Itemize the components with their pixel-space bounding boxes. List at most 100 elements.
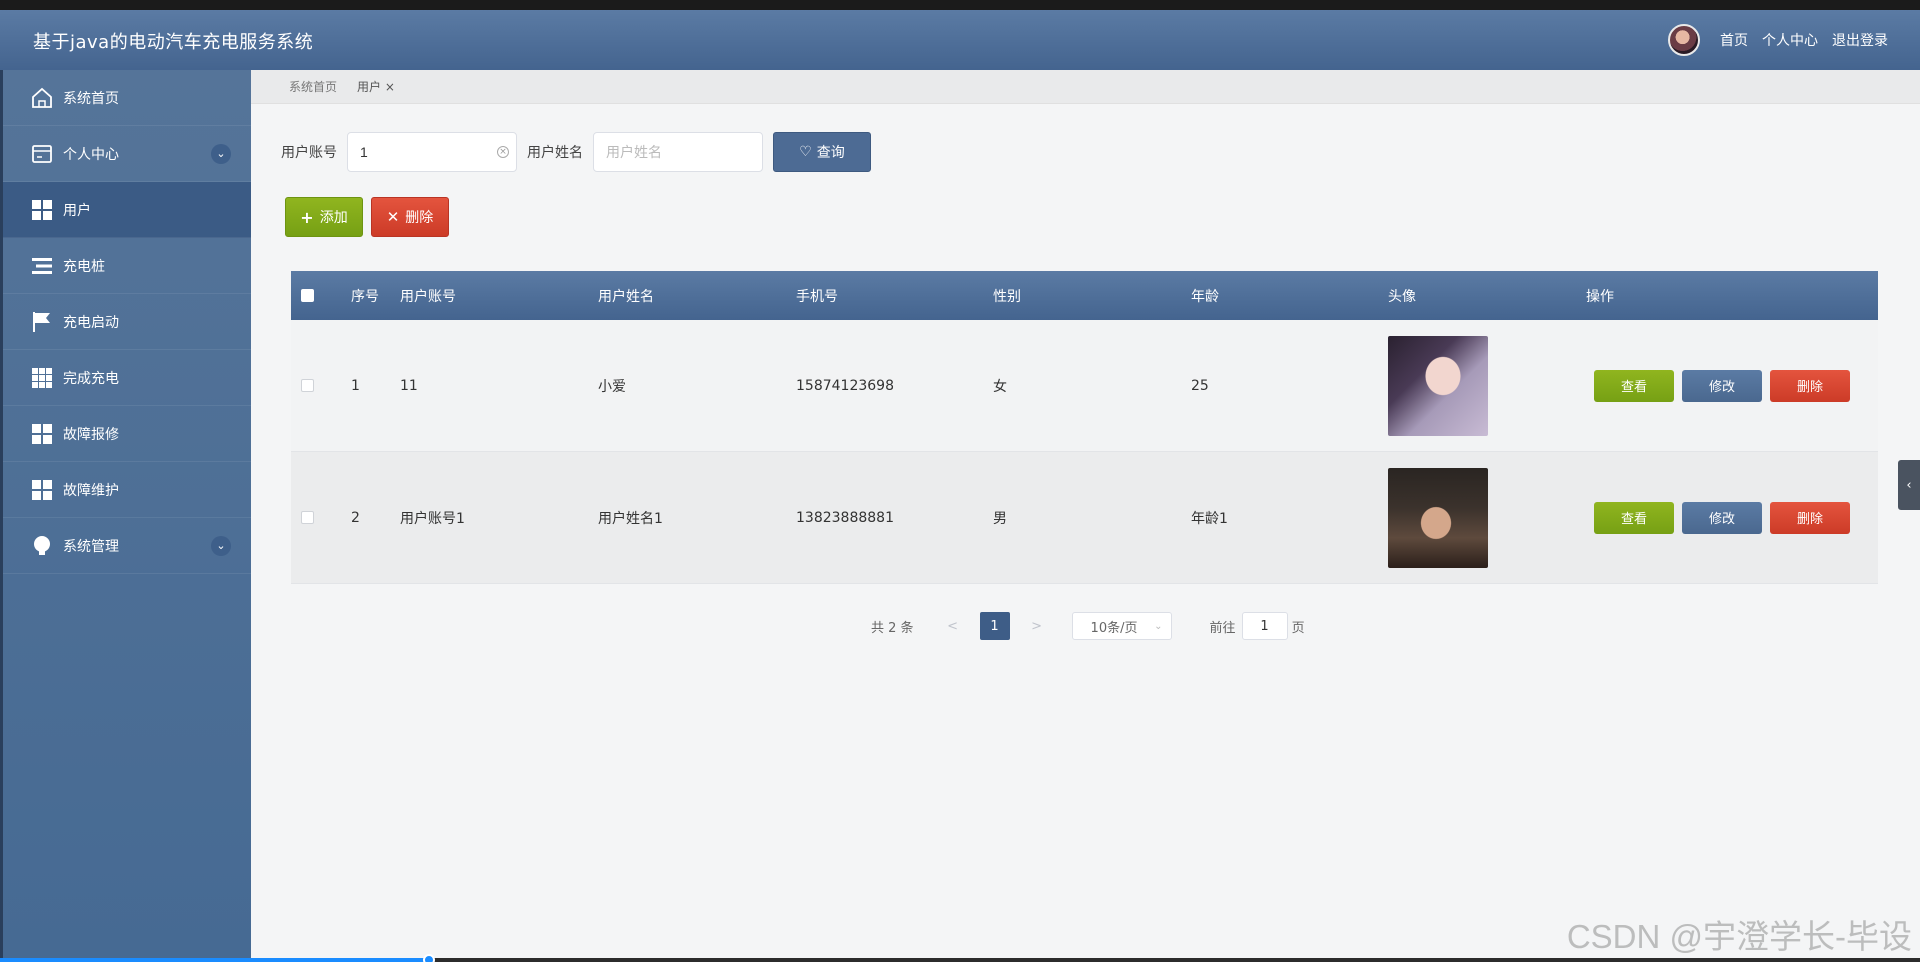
sidebar-item-charging-complete[interactable]: 完成充电 <box>3 350 251 406</box>
nav-logout-link[interactable]: 退出登录 <box>1832 30 1888 50</box>
cell-gender: 女 <box>993 378 1007 395</box>
sidebar-item-label: 充电启动 <box>63 314 119 331</box>
view-button[interactable]: 查看 <box>1594 501 1674 534</box>
page-number-current[interactable]: 1 <box>979 612 1010 640</box>
sidebar-item-fault-report[interactable]: 故障报修 <box>3 406 251 462</box>
row-checkbox[interactable] <box>301 511 314 524</box>
delete-button[interactable]: 删除 <box>1770 501 1850 534</box>
select-all-checkbox[interactable] <box>301 289 314 302</box>
prev-page-button[interactable]: < <box>938 619 968 634</box>
cell-phone: 15874123698 <box>796 377 894 394</box>
edit-button[interactable]: 修改 <box>1682 369 1762 402</box>
progress-handle[interactable] <box>423 954 435 962</box>
video-progress-bar[interactable] <box>0 954 1920 962</box>
page-size-select[interactable]: 10条/页 ⌄ <box>1071 612 1172 640</box>
home-icon <box>30 86 54 110</box>
header-nav: 首页 个人中心 退出登录 <box>1668 24 1888 56</box>
cell-index: 1 <box>351 377 360 394</box>
sidebar-item-label: 个人中心 <box>63 146 119 163</box>
heart-icon: ♡ <box>799 144 812 160</box>
cell-account: 用户账号1 <box>400 510 465 527</box>
avatar <box>1388 335 1488 436</box>
breadcrumb-home[interactable]: 系统首页 <box>289 78 337 95</box>
side-collapse-tab[interactable]: ‹ <box>1898 460 1920 510</box>
add-button-label: 添加 <box>319 210 348 226</box>
bulb-icon <box>30 534 54 558</box>
close-icon: ✕ <box>386 208 400 226</box>
name-label: 用户姓名 <box>527 145 583 161</box>
column-header: 手机号 <box>796 288 838 305</box>
toolbar: + 添加 ✕ 删除 <box>285 197 449 237</box>
top-strip <box>0 0 1920 10</box>
grid-icon <box>30 198 54 222</box>
chevron-down-icon[interactable]: ⌄ <box>211 143 231 164</box>
sidebar-item-system-management[interactable]: 系统管理 ⌄ <box>3 518 251 574</box>
tab-users[interactable]: 用户 × <box>357 78 395 95</box>
account-input[interactable] <box>347 132 517 172</box>
edit-button[interactable]: 修改 <box>1682 501 1762 534</box>
sidebar: 系统首页 个人中心 ⌄ 用户 充电桩 充电启动 完成充电 故障报修 故障维护 系… <box>0 70 251 962</box>
progress-fill <box>0 958 430 962</box>
row-checkbox[interactable] <box>301 379 314 392</box>
query-button-label: 查询 <box>816 145 845 161</box>
pagination: 共 2 条 < 1 > 10条/页 ⌄ 前往 1 页 <box>871 612 1305 640</box>
watermark: CSDN @宇澄学长-毕设 <box>1566 918 1912 955</box>
sidebar-item-label: 故障报修 <box>63 426 119 443</box>
sidebar-item-fault-maintenance[interactable]: 故障维护 <box>3 462 251 518</box>
table-row: 2 用户账号1 用户姓名1 13823888881 男 年龄1 查看 修改 删除 <box>291 452 1878 584</box>
cell-account: 11 <box>400 377 418 394</box>
main-content: 系统首页 用户 × 用户账号 × 用户姓名 ♡ 查询 + 添加 ✕ 删除 序号 … <box>251 70 1920 962</box>
avatar <box>1388 467 1488 568</box>
sidebar-item-charging-start[interactable]: 充电启动 <box>3 294 251 350</box>
table-header: 序号 用户账号 用户姓名 手机号 性别 年龄 头像 操作 <box>291 271 1878 320</box>
page-size-value: 10条/页 <box>1090 620 1138 636</box>
cell-phone: 13823888881 <box>796 509 894 526</box>
cell-name: 用户姓名1 <box>598 510 663 527</box>
chevron-down-icon: ⌄ <box>1154 620 1163 632</box>
sidebar-item-label: 系统管理 <box>63 538 119 555</box>
column-header: 头像 <box>1388 288 1416 305</box>
column-header: 用户姓名 <box>598 288 654 305</box>
sidebar-item-label: 用户 <box>63 202 91 219</box>
plus-icon: + <box>300 207 314 227</box>
app-header: 基于java的电动汽车充电服务系统 首页 个人中心 退出登录 <box>0 10 1920 70</box>
view-button[interactable]: 查看 <box>1594 369 1674 402</box>
name-input[interactable] <box>593 132 763 172</box>
grid-icon <box>30 422 54 446</box>
nav-home-link[interactable]: 首页 <box>1720 30 1748 50</box>
cell-gender: 男 <box>993 510 1007 527</box>
goto-page-input[interactable]: 1 <box>1241 612 1288 640</box>
column-header: 年龄 <box>1191 288 1219 305</box>
page-suffix: 页 <box>1291 620 1305 636</box>
nav-profile-link[interactable]: 个人中心 <box>1762 30 1818 50</box>
search-bar: 用户账号 × 用户姓名 ♡ 查询 <box>281 132 871 172</box>
sidebar-item-label: 充电桩 <box>63 258 105 275</box>
chevron-down-icon[interactable]: ⌄ <box>211 535 231 556</box>
column-header: 用户账号 <box>400 288 456 305</box>
app-title: 基于java的电动汽车充电服务系统 <box>33 32 314 53</box>
column-header: 操作 <box>1586 288 1614 305</box>
clear-icon[interactable]: × <box>497 146 509 158</box>
list-icon <box>30 254 54 278</box>
column-header: 性别 <box>993 288 1021 305</box>
pagination-total: 共 2 条 <box>871 620 914 636</box>
sidebar-item-users[interactable]: 用户 <box>3 182 251 238</box>
add-button[interactable]: + 添加 <box>285 197 363 237</box>
user-avatar[interactable] <box>1668 24 1700 56</box>
table-row: 1 11 小爱 15874123698 女 25 查看 修改 删除 <box>291 320 1878 452</box>
delete-button[interactable]: 删除 <box>1770 369 1850 402</box>
breadcrumb: 系统首页 用户 × <box>251 70 1920 104</box>
sidebar-item-profile[interactable]: 个人中心 ⌄ <box>3 126 251 182</box>
goto-label: 前往 <box>1209 620 1236 636</box>
grid-icon <box>30 478 54 502</box>
sidebar-item-charging-pile[interactable]: 充电桩 <box>3 238 251 294</box>
delete-button-label: 删除 <box>405 210 434 226</box>
cell-age: 年龄1 <box>1191 510 1228 527</box>
sidebar-item-home[interactable]: 系统首页 <box>3 70 251 126</box>
batch-delete-button[interactable]: ✕ 删除 <box>371 197 449 237</box>
cell-age: 25 <box>1191 377 1209 394</box>
query-button[interactable]: ♡ 查询 <box>773 132 871 172</box>
next-page-button[interactable]: > <box>1022 619 1052 634</box>
sidebar-item-label: 完成充电 <box>63 370 119 387</box>
grid9-icon <box>30 366 54 390</box>
